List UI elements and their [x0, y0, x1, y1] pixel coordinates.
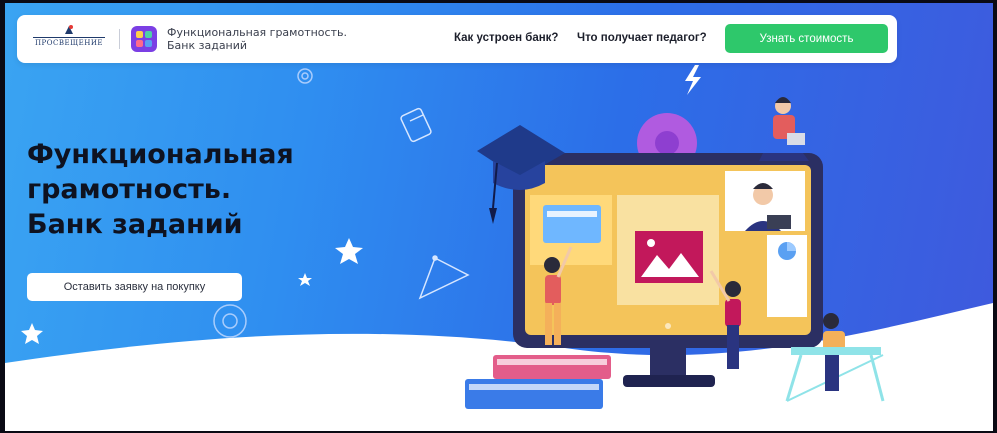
nav-link-teacher-benefits[interactable]: Что получает педагог?: [577, 32, 707, 44]
publisher-logo[interactable]: ПРОСВЕЩЕНИЕ: [33, 24, 105, 54]
triangle-icon: [418, 255, 470, 300]
laptop-icon: [787, 133, 805, 145]
site-header: ПРОСВЕЩЕНИЕ Функциональная грамотность. …: [17, 15, 897, 63]
hero-title-line-3: Банк заданий: [27, 209, 243, 240]
hero-title-line-1: Функциональная: [27, 139, 294, 170]
publisher-logo-icon: [65, 25, 73, 34]
logo-rule: [33, 37, 105, 38]
brand-line-2: Банк заданий: [167, 39, 248, 52]
star-icon: [298, 273, 312, 286]
star-icon: [21, 323, 43, 344]
nav-link-how-it-works[interactable]: Как устроен банк?: [454, 32, 558, 44]
brand-name[interactable]: Функциональная грамотность. Банк заданий: [167, 26, 387, 52]
hero-title-line-2: грамотность.: [27, 174, 232, 205]
book-icon: [400, 107, 432, 143]
page-frame: ПРОСВЕЩЕНИЕ Функциональная грамотность. …: [5, 3, 993, 431]
get-price-button[interactable]: Узнать стоимость: [725, 24, 888, 53]
pie-chart-icon: [778, 242, 796, 260]
lightning-icon: [685, 65, 701, 95]
app-logo-icon[interactable]: [131, 26, 157, 52]
hero-title: Функциональная грамотность. Банк заданий: [27, 137, 347, 242]
order-purchase-button[interactable]: Оставить заявку на покупку: [27, 273, 242, 301]
person-with-laptop: [759, 97, 809, 161]
header-divider: [119, 29, 120, 49]
publisher-logo-text: ПРОСВЕЩЕНИЕ: [34, 39, 104, 47]
brand-line-1: Функциональная грамотность.: [167, 26, 347, 39]
image-icon: [635, 231, 703, 283]
